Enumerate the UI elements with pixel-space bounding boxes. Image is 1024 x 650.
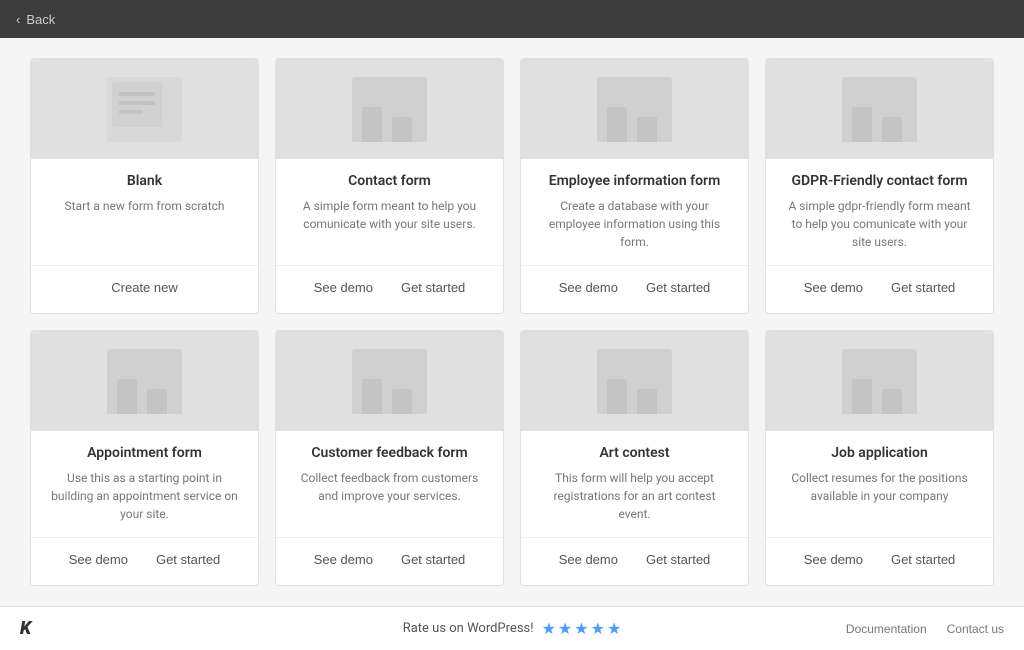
footer-links: Documentation Contact us bbox=[846, 622, 1004, 636]
card-thumbnail-gdpr-contact bbox=[766, 59, 993, 159]
card-body-employee-info: Employee information form Create a databa… bbox=[521, 159, 748, 265]
card-customer-feedback: Customer feedback form Collect feedback f… bbox=[275, 330, 504, 586]
get-started-button-gdpr-contact[interactable]: Get started bbox=[883, 276, 963, 299]
footer-logo: K bbox=[20, 618, 31, 639]
stars-container: ★★★★★ bbox=[542, 619, 622, 638]
star-5[interactable]: ★ bbox=[607, 619, 621, 638]
card-actions-contact-form: See demo Get started bbox=[276, 265, 503, 313]
card-blank: Blank Start a new form from scratch Create… bbox=[30, 58, 259, 314]
see-demo-button-appointment[interactable]: See demo bbox=[61, 548, 136, 571]
card-art-contest: Art contest This form will help you accep… bbox=[520, 330, 749, 586]
card-body-blank: Blank Start a new form from scratch bbox=[31, 159, 258, 265]
card-actions-gdpr-contact: See demo Get started bbox=[766, 265, 993, 313]
back-arrow-icon: ‹ bbox=[16, 12, 20, 27]
card-body-contact-form: Contact form A simple form meant to help … bbox=[276, 159, 503, 265]
get-started-button-employee-info[interactable]: Get started bbox=[638, 276, 718, 299]
card-title-employee-info: Employee information form bbox=[537, 173, 732, 189]
card-desc-appointment: Use this as a starting point in building… bbox=[47, 469, 242, 523]
card-title-job-application: Job application bbox=[782, 445, 977, 461]
card-thumbnail-job-application bbox=[766, 331, 993, 431]
star-2[interactable]: ★ bbox=[558, 619, 572, 638]
footer-center: Rate us on WordPress! ★★★★★ bbox=[403, 619, 622, 638]
card-employee-info: Employee information form Create a databa… bbox=[520, 58, 749, 314]
card-actions-appointment: See demo Get started bbox=[31, 537, 258, 585]
footer: K Rate us on WordPress! ★★★★★ Documentat… bbox=[0, 606, 1024, 650]
card-thumbnail-appointment bbox=[31, 331, 258, 431]
card-appointment: Appointment form Use this as a starting p… bbox=[30, 330, 259, 586]
card-body-art-contest: Art contest This form will help you accep… bbox=[521, 431, 748, 537]
card-thumbnail-employee-info bbox=[521, 59, 748, 159]
card-actions-job-application: See demo Get started bbox=[766, 537, 993, 585]
see-demo-button-art-contest[interactable]: See demo bbox=[551, 548, 626, 571]
get-started-button-appointment[interactable]: Get started bbox=[148, 548, 228, 571]
card-gdpr-contact: GDPR-Friendly contact form A simple gdpr-… bbox=[765, 58, 994, 314]
card-thumbnail-contact-form bbox=[276, 59, 503, 159]
card-thumbnail-art-contest bbox=[521, 331, 748, 431]
template-thumbnail-inner-job-application bbox=[842, 349, 917, 414]
rate-text: Rate us on WordPress! bbox=[403, 621, 534, 636]
card-title-art-contest: Art contest bbox=[537, 445, 732, 461]
card-title-gdpr-contact: GDPR-Friendly contact form bbox=[782, 173, 977, 189]
card-title-appointment: Appointment form bbox=[47, 445, 242, 461]
see-demo-button-customer-feedback[interactable]: See demo bbox=[306, 548, 381, 571]
star-1[interactable]: ★ bbox=[542, 619, 556, 638]
card-desc-employee-info: Create a database with your employee inf… bbox=[537, 197, 732, 251]
see-demo-button-gdpr-contact[interactable]: See demo bbox=[796, 276, 871, 299]
card-desc-blank: Start a new form from scratch bbox=[47, 197, 242, 251]
card-contact-form: Contact form A simple form meant to help … bbox=[275, 58, 504, 314]
main-content: Blank Start a new form from scratch Create… bbox=[0, 38, 1024, 606]
see-demo-button-contact-form[interactable]: See demo bbox=[306, 276, 381, 299]
get-started-button-contact-form[interactable]: Get started bbox=[393, 276, 473, 299]
blank-thumbnail-inner bbox=[107, 77, 182, 142]
template-thumbnail-inner-contact-form bbox=[352, 77, 427, 142]
card-title-blank: Blank bbox=[47, 173, 242, 189]
get-started-button-customer-feedback[interactable]: Get started bbox=[393, 548, 473, 571]
back-button[interactable]: ‹ Back bbox=[16, 12, 55, 27]
card-thumbnail-customer-feedback bbox=[276, 331, 503, 431]
template-thumbnail-inner-employee-info bbox=[597, 77, 672, 142]
card-desc-customer-feedback: Collect feedback from customers and impr… bbox=[292, 469, 487, 523]
card-body-job-application: Job application Collect resumes for the p… bbox=[766, 431, 993, 537]
card-actions-employee-info: See demo Get started bbox=[521, 265, 748, 313]
card-actions-customer-feedback: See demo Get started bbox=[276, 537, 503, 585]
card-job-application: Job application Collect resumes for the p… bbox=[765, 330, 994, 586]
top-bar: ‹ Back bbox=[0, 0, 1024, 38]
card-thumbnail-blank bbox=[31, 59, 258, 159]
card-desc-art-contest: This form will help you accept registrat… bbox=[537, 469, 732, 523]
card-body-customer-feedback: Customer feedback form Collect feedback f… bbox=[276, 431, 503, 537]
template-thumbnail-inner-gdpr-contact bbox=[842, 77, 917, 142]
card-body-gdpr-contact: GDPR-Friendly contact form A simple gdpr-… bbox=[766, 159, 993, 265]
footer-link-0[interactable]: Documentation bbox=[846, 622, 927, 636]
card-desc-job-application: Collect resumes for the positions availa… bbox=[782, 469, 977, 523]
footer-link-1[interactable]: Contact us bbox=[947, 622, 1004, 636]
template-thumbnail-inner-customer-feedback bbox=[352, 349, 427, 414]
template-thumbnail-inner-art-contest bbox=[597, 349, 672, 414]
card-desc-contact-form: A simple form meant to help you comunica… bbox=[292, 197, 487, 251]
get-started-button-art-contest[interactable]: Get started bbox=[638, 548, 718, 571]
see-demo-button-employee-info[interactable]: See demo bbox=[551, 276, 626, 299]
template-thumbnail-inner-appointment bbox=[107, 349, 182, 414]
create-new-button-blank[interactable]: Create new bbox=[103, 276, 185, 299]
back-label: Back bbox=[26, 12, 55, 27]
star-3[interactable]: ★ bbox=[574, 619, 588, 638]
see-demo-button-job-application[interactable]: See demo bbox=[796, 548, 871, 571]
card-desc-gdpr-contact: A simple gdpr-friendly form meant to hel… bbox=[782, 197, 977, 251]
card-title-customer-feedback: Customer feedback form bbox=[292, 445, 487, 461]
card-body-appointment: Appointment form Use this as a starting p… bbox=[31, 431, 258, 537]
card-title-contact-form: Contact form bbox=[292, 173, 487, 189]
templates-grid: Blank Start a new form from scratch Create… bbox=[30, 58, 994, 586]
star-4[interactable]: ★ bbox=[591, 619, 605, 638]
card-actions-blank: Create new bbox=[31, 265, 258, 313]
get-started-button-job-application[interactable]: Get started bbox=[883, 548, 963, 571]
card-actions-art-contest: See demo Get started bbox=[521, 537, 748, 585]
